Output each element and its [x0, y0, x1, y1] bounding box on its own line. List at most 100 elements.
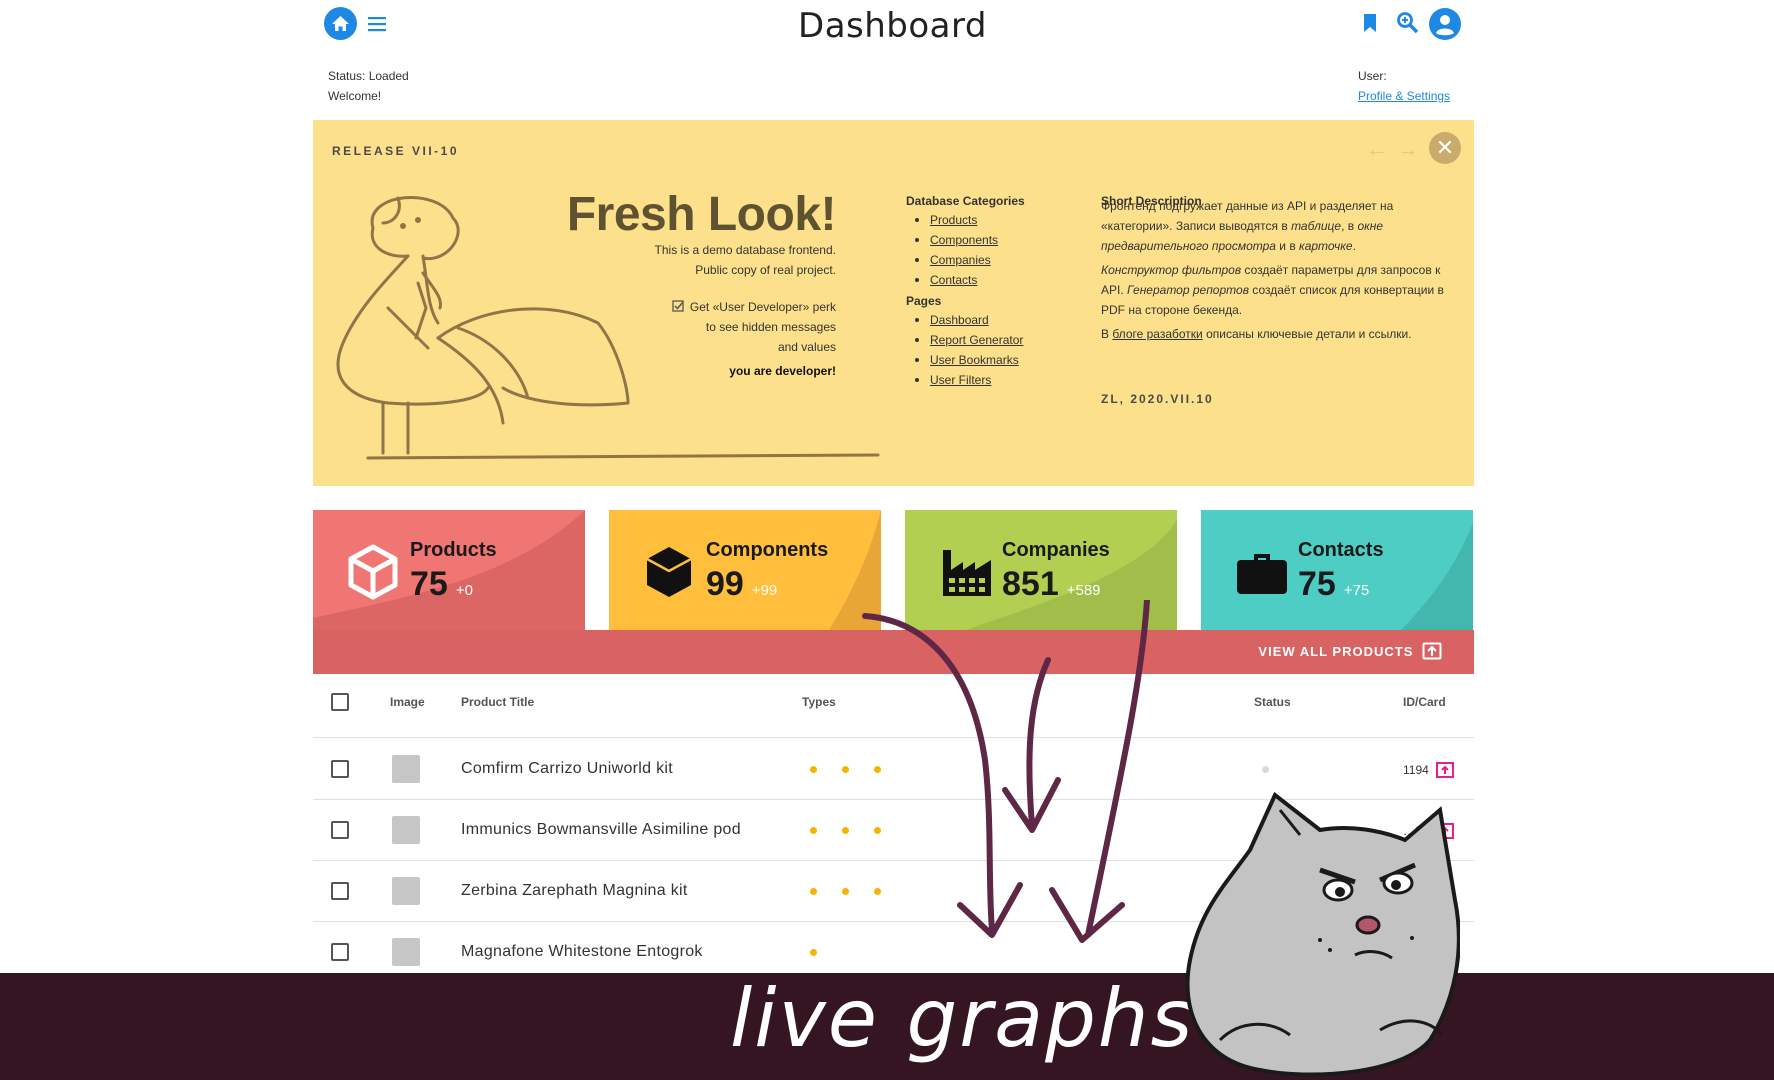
- previous-button[interactable]: ←: [1366, 136, 1388, 162]
- product-title[interactable]: Magnafone Whitestone Entogrok: [461, 943, 703, 961]
- live-graphs-caption: live graphs: [730, 972, 1195, 1065]
- col-id-card[interactable]: ID/Card: [1403, 695, 1446, 709]
- card-title: Companies: [1002, 539, 1110, 561]
- col-image: Image: [390, 695, 425, 709]
- banner-signature: ZL, 2020.VII.10: [1101, 392, 1214, 406]
- row-checkbox[interactable]: [331, 882, 349, 900]
- briefcase-icon: [1235, 544, 1289, 603]
- row-checkbox[interactable]: [331, 821, 349, 839]
- link-user-filters[interactable]: User Filters: [906, 370, 1025, 390]
- link-products[interactable]: Products: [906, 210, 1025, 230]
- card-delta: +75: [1343, 582, 1370, 599]
- perk-line-2: to see hidden messages: [705, 320, 836, 334]
- type-dot: [842, 766, 849, 773]
- pages-heading: Pages: [906, 294, 942, 308]
- close-icon: ✕: [1435, 135, 1455, 160]
- desc-paragraph-2: Конструктор фильтров создаёт параметры д…: [1101, 263, 1444, 317]
- bookmark-icon: [1364, 14, 1376, 32]
- categories-heading: Database Categories: [906, 194, 1025, 208]
- banner-headline: Fresh Look!: [566, 188, 837, 241]
- desc-paragraph-3: В блоге разаботки описаны ключевые детал…: [1101, 327, 1412, 341]
- intro-line-2: Public copy of real project.: [695, 263, 836, 277]
- type-dot: [842, 827, 849, 834]
- row-checkbox[interactable]: [331, 760, 349, 778]
- account-circle-icon: [1429, 8, 1461, 40]
- col-product-title[interactable]: Product Title: [461, 695, 534, 709]
- grumpy-cat-illustration: [1185, 791, 1460, 1077]
- desc-paragraph-1: Фронтенд подгружает данные из API и разд…: [1101, 199, 1394, 253]
- open-in-new-icon: [1422, 642, 1442, 660]
- card-count: 75 +0: [410, 565, 473, 603]
- factory-icon: [939, 544, 995, 605]
- card-title: Components: [706, 539, 829, 561]
- user-block: User: Profile & Settings: [1358, 66, 1450, 106]
- image-placeholder-icon: [392, 816, 420, 844]
- card-count: 851 +589: [1002, 565, 1101, 603]
- select-all-checkbox[interactable]: [331, 693, 349, 711]
- developer-note: you are developer!: [729, 364, 836, 378]
- type-dot: [810, 766, 817, 773]
- link-components[interactable]: Components: [906, 230, 1025, 250]
- col-status[interactable]: Status: [1254, 695, 1291, 709]
- link-user-bookmarks[interactable]: User Bookmarks: [906, 350, 1025, 370]
- view-all-label: VIEW ALL PRODUCTS: [1258, 644, 1414, 659]
- profile-settings-link[interactable]: Profile & Settings: [1358, 89, 1450, 103]
- row-checkbox[interactable]: [331, 943, 349, 961]
- link-contacts[interactable]: Contacts: [906, 270, 1025, 290]
- perk-line-1: Get «User Developer» perk: [520, 297, 836, 317]
- card-count: 99 +99: [706, 565, 778, 603]
- card-title: Products: [410, 539, 497, 561]
- open-card-icon[interactable]: [1436, 762, 1454, 778]
- stat-card-components[interactable]: Components 99 +99: [609, 510, 881, 630]
- type-dot: [842, 888, 849, 895]
- short-description: Фронтенд подгружает данные из API и разд…: [1101, 196, 1461, 348]
- next-button[interactable]: →: [1397, 136, 1419, 162]
- card-delta: +0: [455, 582, 473, 599]
- card-delta: +99: [751, 582, 778, 599]
- image-placeholder-icon: [392, 877, 420, 905]
- perk-block: Get «User Developer» perk to see hidden …: [520, 297, 836, 381]
- product-title[interactable]: Comfirm Carrizo Uniworld kit: [461, 760, 673, 778]
- arrow-left-icon: ←: [1366, 136, 1388, 161]
- product-title[interactable]: Zerbina Zarephath Magnina kit: [461, 882, 688, 900]
- bookmark-button[interactable]: [1362, 10, 1378, 41]
- view-all-products-button[interactable]: VIEW ALL PRODUCTS: [1258, 642, 1442, 660]
- close-banner-button[interactable]: ✕: [1429, 132, 1461, 164]
- perk-text: Get «User Developer» perk: [689, 300, 836, 314]
- col-types[interactable]: Types: [802, 695, 836, 709]
- arrow-right-icon: →: [1397, 136, 1419, 161]
- cube-outline-icon: [347, 544, 399, 605]
- cube-solid-icon: [643, 544, 695, 605]
- categories-column: Database Categories Products Components …: [906, 194, 1025, 390]
- link-report-generator[interactable]: Report Generator: [906, 330, 1025, 350]
- intro-line-1: This is a demo database frontend.: [654, 243, 836, 257]
- row-id: 1194: [1403, 763, 1429, 777]
- type-dot: [810, 827, 817, 834]
- image-placeholder-icon: [392, 755, 420, 783]
- status-block: Status: Loaded Welcome!: [328, 66, 409, 106]
- user-label: User:: [1358, 69, 1387, 83]
- banner-intro: This is a demo database frontend. Public…: [520, 240, 836, 280]
- link-dashboard[interactable]: Dashboard: [906, 310, 1025, 330]
- release-label: RELEASE VII-10: [332, 144, 460, 158]
- card-delta: +589: [1066, 582, 1101, 599]
- stat-card-products[interactable]: Products 75 +0: [313, 510, 585, 630]
- image-placeholder-icon: [392, 938, 420, 966]
- status-dot: [1262, 766, 1269, 773]
- perk-line-3: and values: [777, 340, 836, 354]
- card-title: Contacts: [1298, 539, 1384, 561]
- zoom-in-search-icon: [1397, 12, 1419, 34]
- product-title[interactable]: Immunics Bowmansville Asimiline pod: [461, 821, 741, 839]
- status-text: Status: Loaded: [328, 69, 409, 83]
- link-companies[interactable]: Companies: [906, 250, 1025, 270]
- welcome-text: Welcome!: [328, 89, 382, 103]
- hand-drawn-arrows: [862, 600, 1150, 943]
- stat-card-contacts[interactable]: Contacts 75 +75: [1201, 510, 1473, 630]
- zoom-search-button[interactable]: [1395, 10, 1421, 41]
- type-dot: [810, 888, 817, 895]
- type-dot: [810, 949, 817, 956]
- card-count: 75 +75: [1298, 565, 1370, 603]
- dev-blog-link[interactable]: блоге разаботки: [1112, 327, 1202, 341]
- page-title: Dashboard: [798, 6, 987, 46]
- account-button[interactable]: [1429, 8, 1461, 45]
